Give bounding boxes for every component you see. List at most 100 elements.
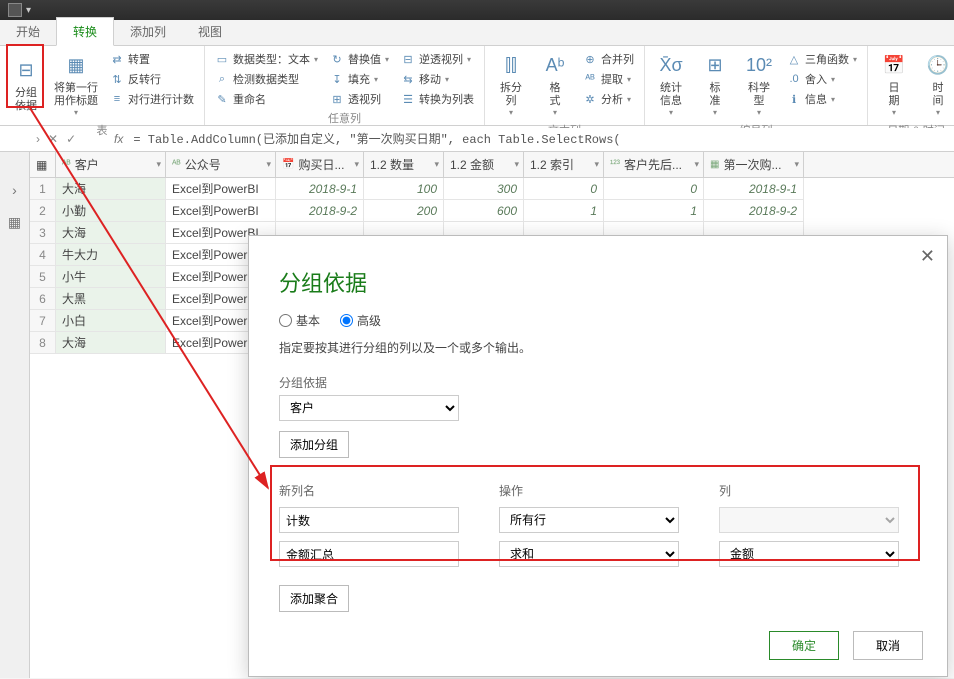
time-button[interactable]: 🕒时 间: [918, 50, 954, 120]
split-col-button[interactable]: ⫿⫿拆分 列: [491, 50, 531, 120]
add-group-button[interactable]: 添加分组: [279, 431, 349, 458]
col-account[interactable]: ᴬᴮ公众号▾: [166, 152, 276, 177]
round-button[interactable]: .0舍入: [783, 70, 861, 88]
cell[interactable]: 大黑: [56, 288, 166, 310]
row-header[interactable]: 4: [30, 244, 56, 266]
detect-type-button[interactable]: ⌕检测数据类型: [211, 70, 322, 88]
col-index[interactable]: 1.2 索引▾: [524, 152, 604, 177]
cell[interactable]: 小牛: [56, 266, 166, 288]
unpivot-button[interactable]: ⊟逆透视列: [397, 50, 478, 68]
col-select-1[interactable]: [719, 507, 899, 533]
cell[interactable]: 大海: [56, 332, 166, 354]
move-button[interactable]: ⇆移动: [397, 70, 478, 88]
standard-button[interactable]: ⊞标 准: [695, 50, 735, 120]
row-corner[interactable]: ▦: [30, 152, 56, 177]
cell[interactable]: 300: [444, 178, 524, 200]
col-firstbuy[interactable]: ▦第一次购...▾: [704, 152, 804, 177]
row-header[interactable]: 5: [30, 266, 56, 288]
tab-view[interactable]: 视图: [182, 18, 238, 45]
newcol-input-2[interactable]: [279, 541, 459, 567]
group-by-button[interactable]: ⊟分组 依据: [6, 50, 46, 120]
transpose-button[interactable]: ⇄转置: [106, 50, 198, 68]
row-header[interactable]: 6: [30, 288, 56, 310]
expand-icon[interactable]: ›: [28, 132, 48, 146]
ok-button[interactable]: 确定: [769, 631, 839, 660]
newcol-input-1[interactable]: [279, 507, 459, 533]
row-header[interactable]: 3: [30, 222, 56, 244]
group-col-select[interactable]: 客户: [279, 395, 459, 421]
col-select-2[interactable]: 金额: [719, 541, 899, 567]
add-agg-button[interactable]: 添加聚合: [279, 585, 349, 612]
radio-basic[interactable]: 基本: [279, 312, 320, 329]
count-rows-button[interactable]: ≡对行进行计数: [106, 90, 198, 108]
tab-transform[interactable]: 转换: [56, 17, 114, 46]
date-button[interactable]: 📅日 期: [874, 50, 914, 120]
fill-button[interactable]: ↧填充: [326, 70, 393, 88]
app-menu-icon[interactable]: [8, 3, 22, 17]
row-header[interactable]: 8: [30, 332, 56, 354]
col-qty[interactable]: 1.2 数量▾: [364, 152, 444, 177]
cell[interactable]: 0: [604, 178, 704, 200]
tab-start[interactable]: 开始: [0, 18, 56, 45]
col-custorder[interactable]: ¹²³客户先后...▾: [604, 152, 704, 177]
newcol-label: 新列名: [279, 482, 459, 499]
cancel-fx-icon[interactable]: ✕: [48, 132, 58, 146]
queries-icon[interactable]: ›: [12, 182, 17, 198]
scientific-button[interactable]: 10²科学 型: [739, 50, 779, 120]
extract-button[interactable]: ᴬᴮ提取: [579, 70, 638, 88]
cell[interactable]: 2018-9-1: [276, 178, 364, 200]
pivot-button[interactable]: ⊞透视列: [326, 90, 393, 108]
col-amount[interactable]: 1.2 金额▾: [444, 152, 524, 177]
cell[interactable]: 小勤: [56, 200, 166, 222]
row-header[interactable]: 2: [30, 200, 56, 222]
table-row[interactable]: 2小勤Excel到PowerBI2018-9-2200600112018-9-2: [30, 200, 954, 222]
replace-button[interactable]: ↻替换值: [326, 50, 393, 68]
rename-button[interactable]: ✎重命名: [211, 90, 322, 108]
analyze-button[interactable]: ✲分析: [579, 90, 638, 108]
cell[interactable]: Excel到PowerBI: [166, 178, 276, 200]
radio-advanced[interactable]: 高级: [340, 312, 381, 329]
reverse-rows-button[interactable]: ⇅反转行: [106, 70, 198, 88]
accept-fx-icon[interactable]: ✓: [66, 132, 76, 146]
cell[interactable]: 0: [524, 178, 604, 200]
merge-cols-button[interactable]: ⊕合并列: [579, 50, 638, 68]
datatype-button[interactable]: ▭数据类型：文本: [211, 50, 322, 68]
row-header[interactable]: 7: [30, 310, 56, 332]
tab-addcolumn[interactable]: 添加列: [114, 18, 182, 45]
op-select-2[interactable]: 求和: [499, 541, 679, 567]
formula-input[interactable]: [129, 128, 954, 150]
to-list-button[interactable]: ☰转换为列表: [397, 90, 478, 108]
cell[interactable]: Excel到PowerBI: [166, 200, 276, 222]
ribbon: ⊟分组 依据 ▦将第一行 用作标题 ⇄转置 ⇅反转行 ≡对行进行计数 表 ▭数据…: [0, 46, 954, 126]
left-rail: › ▦: [0, 152, 30, 678]
cancel-button[interactable]: 取消: [853, 631, 923, 660]
cell[interactable]: 1: [524, 200, 604, 222]
cell[interactable]: 大海: [56, 178, 166, 200]
col-customer[interactable]: ᴬᴮ客户▾: [56, 152, 166, 177]
cell[interactable]: 200: [364, 200, 444, 222]
cell[interactable]: 100: [364, 178, 444, 200]
queries-panel-icon[interactable]: ▦: [8, 214, 21, 231]
row-header[interactable]: 1: [30, 178, 56, 200]
op-select-1[interactable]: 所有行: [499, 507, 679, 533]
number-info-button[interactable]: ℹ信息: [783, 90, 861, 108]
format-button[interactable]: Aᵇ格 式: [535, 50, 575, 120]
col-buydate[interactable]: 📅购买日...▾: [276, 152, 364, 177]
table-row[interactable]: 1大海Excel到PowerBI2018-9-1100300002018-9-1: [30, 178, 954, 200]
cell[interactable]: 牛大力: [56, 244, 166, 266]
calc-icon: ⊞: [701, 52, 729, 80]
cell[interactable]: 600: [444, 200, 524, 222]
close-icon[interactable]: ✕: [920, 246, 935, 267]
cell[interactable]: 2018-9-2: [276, 200, 364, 222]
stats-button[interactable]: X̄σ统计 信息: [651, 50, 691, 120]
cell[interactable]: 1: [604, 200, 704, 222]
dialog-desc: 指定要按其进行分组的列以及一个或多个输出。: [279, 339, 917, 356]
trig-button[interactable]: △三角函数: [783, 50, 861, 68]
cell[interactable]: 2018-9-1: [704, 178, 804, 200]
transpose-icon: ⇄: [110, 52, 124, 66]
group-col-label: 分组依据: [279, 374, 917, 391]
cell[interactable]: 大海: [56, 222, 166, 244]
cell[interactable]: 小白: [56, 310, 166, 332]
use-first-row-button[interactable]: ▦将第一行 用作标题: [50, 50, 102, 120]
cell[interactable]: 2018-9-2: [704, 200, 804, 222]
